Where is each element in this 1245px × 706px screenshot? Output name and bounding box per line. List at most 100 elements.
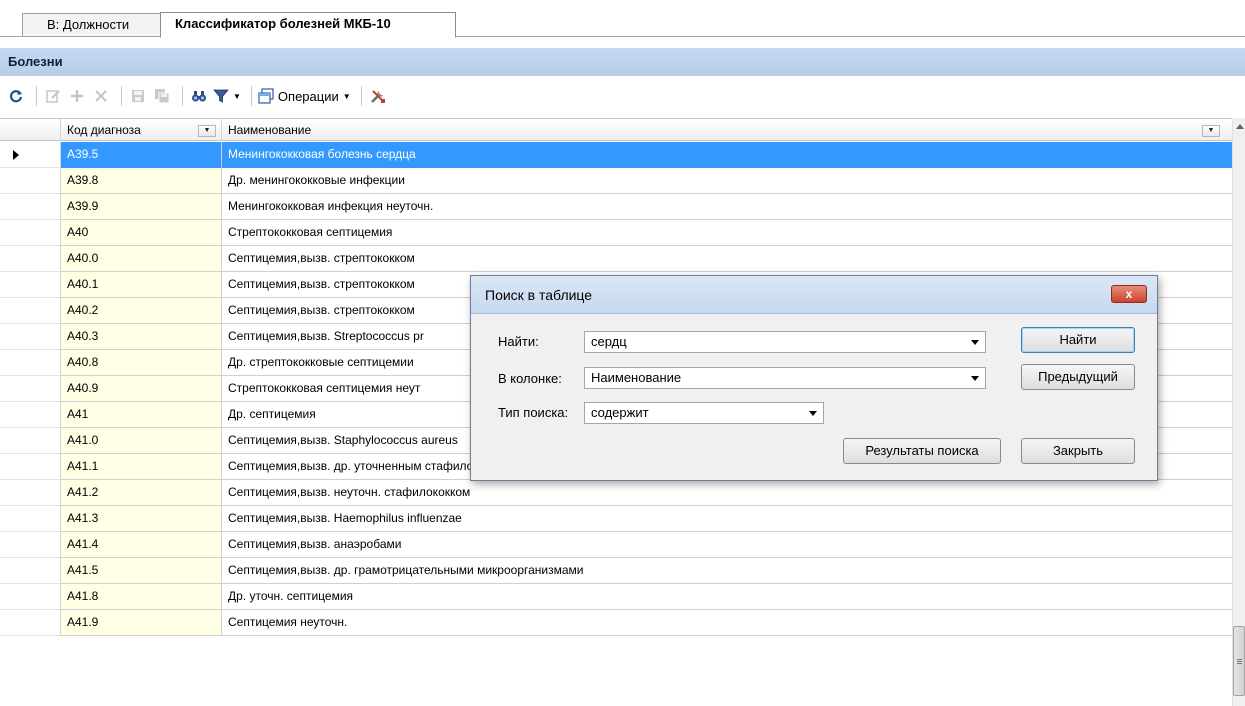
row-indicator[interactable]	[0, 246, 61, 272]
cell-name[interactable]: Септицемия неуточн.	[222, 610, 1232, 636]
table-row[interactable]: A39.8 Др. менингококковые инфекции	[0, 168, 1232, 194]
find-label: Найти:	[498, 334, 539, 349]
cell-code[interactable]: A41.2	[61, 480, 222, 506]
column-filter-icon[interactable]: ▼	[198, 125, 216, 137]
row-indicator[interactable]	[0, 558, 61, 584]
cell-code[interactable]: A41	[61, 402, 222, 428]
column-select[interactable]: Наименование	[584, 367, 986, 389]
cell-name[interactable]: Септицемия,вызв. Haemophilus influenzae	[222, 506, 1232, 532]
column-label: В колонке:	[498, 371, 562, 386]
chevron-down-icon[interactable]	[971, 376, 979, 381]
column-header-code[interactable]: Код диагноза ▼	[61, 119, 222, 141]
cell-name[interactable]: Септицемия,вызв. анаэробами	[222, 532, 1232, 558]
search-type-label: Тип поиска:	[498, 405, 569, 420]
tab-icd10-classifier[interactable]: Классификатор болезней МКБ-10	[160, 12, 456, 38]
row-indicator[interactable]	[0, 610, 61, 636]
refresh-icon[interactable]	[6, 84, 26, 108]
table-row[interactable]: A41.3 Септицемия,вызв. Haemophilus influe…	[0, 506, 1232, 532]
row-indicator[interactable]	[0, 506, 61, 532]
edit-icon[interactable]	[43, 84, 63, 108]
row-indicator[interactable]	[0, 402, 61, 428]
vertical-scrollbar[interactable]	[1232, 118, 1245, 706]
cell-code[interactable]: A41.1	[61, 454, 222, 480]
table-row[interactable]: A41.8 Др. уточн. септицемия	[0, 584, 1232, 610]
row-indicator[interactable]	[0, 220, 61, 246]
cell-code[interactable]: A40.1	[61, 272, 222, 298]
cell-code[interactable]: A41.4	[61, 532, 222, 558]
scrollbar-thumb[interactable]	[1233, 626, 1245, 696]
filter-icon[interactable]: ▼	[213, 84, 241, 108]
cell-name[interactable]: Др. менингококковые инфекции	[222, 168, 1232, 194]
grid-header: Код диагноза ▼ Наименование ▼	[0, 119, 1232, 141]
cell-code[interactable]: A40.3	[61, 324, 222, 350]
cell-code[interactable]: A39.9	[61, 194, 222, 220]
row-indicator[interactable]	[0, 350, 61, 376]
column-header-name[interactable]: Наименование ▼	[222, 119, 1232, 141]
search-type-value: содержит	[591, 405, 649, 420]
add-icon[interactable]	[67, 84, 87, 108]
scroll-up-icon[interactable]	[1236, 124, 1244, 129]
close-icon[interactable]: x	[1111, 285, 1147, 303]
table-row[interactable]: A40 Стрептококковая септицемия	[0, 220, 1232, 246]
row-indicator[interactable]	[0, 480, 61, 506]
row-indicator-header	[0, 119, 61, 141]
table-row[interactable]: A41.2 Септицемия,вызв. неуточн. стафилоко…	[0, 480, 1232, 506]
settings-icon[interactable]	[368, 84, 388, 108]
cell-code[interactable]: A41.5	[61, 558, 222, 584]
table-row[interactable]: A39.5 Менингококковая болезнь сердца	[0, 142, 1232, 168]
save-icon[interactable]	[128, 84, 148, 108]
cell-name[interactable]: Септицемия,вызв. стрептококком	[222, 246, 1232, 272]
previous-button[interactable]: Предыдущий	[1021, 364, 1135, 390]
find-input-value: сердц	[591, 334, 627, 349]
table-row[interactable]: A40.0 Септицемия,вызв. стрептококком	[0, 246, 1232, 272]
chevron-down-icon[interactable]	[809, 411, 817, 416]
save-all-icon[interactable]	[152, 84, 172, 108]
row-indicator[interactable]	[0, 454, 61, 480]
row-indicator[interactable]	[0, 324, 61, 350]
row-indicator[interactable]	[0, 194, 61, 220]
cell-code[interactable]: A41.9	[61, 610, 222, 636]
cell-name[interactable]: Септицемия,вызв. др. грамотрицательными …	[222, 558, 1232, 584]
row-indicator[interactable]	[0, 272, 61, 298]
row-indicator[interactable]	[0, 142, 61, 168]
row-indicator[interactable]	[0, 532, 61, 558]
row-indicator[interactable]	[0, 376, 61, 402]
cell-name[interactable]: Стрептококковая септицемия	[222, 220, 1232, 246]
delete-icon[interactable]	[91, 84, 111, 108]
cell-code[interactable]: A40.0	[61, 246, 222, 272]
table-row[interactable]: A41.5 Септицемия,вызв. др. грамотрицатель…	[0, 558, 1232, 584]
row-indicator[interactable]	[0, 428, 61, 454]
chevron-down-icon: ▼	[233, 91, 241, 101]
cell-code[interactable]: A40.8	[61, 350, 222, 376]
search-results-button[interactable]: Результаты поиска	[843, 438, 1001, 464]
cell-name[interactable]: Менингококковая болезнь сердца	[222, 142, 1232, 168]
column-filter-icon[interactable]: ▼	[1202, 125, 1220, 137]
cell-name[interactable]: Септицемия,вызв. неуточн. стафилококком	[222, 480, 1232, 506]
find-input[interactable]: сердц	[584, 331, 986, 353]
row-indicator[interactable]	[0, 168, 61, 194]
cell-name[interactable]: Др. уточн. септицемия	[222, 584, 1232, 610]
cell-code[interactable]: A41.0	[61, 428, 222, 454]
search-type-select[interactable]: содержит	[584, 402, 824, 424]
cell-code[interactable]: A39.8	[61, 168, 222, 194]
row-indicator[interactable]	[0, 584, 61, 610]
operations-icon	[258, 88, 274, 104]
cell-name[interactable]: Менингококковая инфекция неуточн.	[222, 194, 1232, 220]
find-button[interactable]: Найти	[1021, 327, 1135, 353]
row-indicator[interactable]	[0, 298, 61, 324]
cell-code[interactable]: A40.2	[61, 298, 222, 324]
chevron-down-icon[interactable]	[971, 340, 979, 345]
table-row[interactable]: A39.9 Менингококковая инфекция неуточн.	[0, 194, 1232, 220]
find-icon[interactable]	[189, 84, 209, 108]
cell-code[interactable]: A40	[61, 220, 222, 246]
close-button[interactable]: Закрыть	[1021, 438, 1135, 464]
dialog-titlebar[interactable]: Поиск в таблице x	[471, 276, 1157, 314]
table-row[interactable]: A41.9 Септицемия неуточн.	[0, 610, 1232, 636]
cell-code[interactable]: A40.9	[61, 376, 222, 402]
tab-positions[interactable]: В: Должности	[22, 13, 162, 37]
cell-code[interactable]: A41.8	[61, 584, 222, 610]
operations-button[interactable]: Операции ▼	[258, 84, 351, 108]
cell-code[interactable]: A39.5	[61, 142, 222, 168]
table-row[interactable]: A41.4 Септицемия,вызв. анаэробами	[0, 532, 1232, 558]
cell-code[interactable]: A41.3	[61, 506, 222, 532]
